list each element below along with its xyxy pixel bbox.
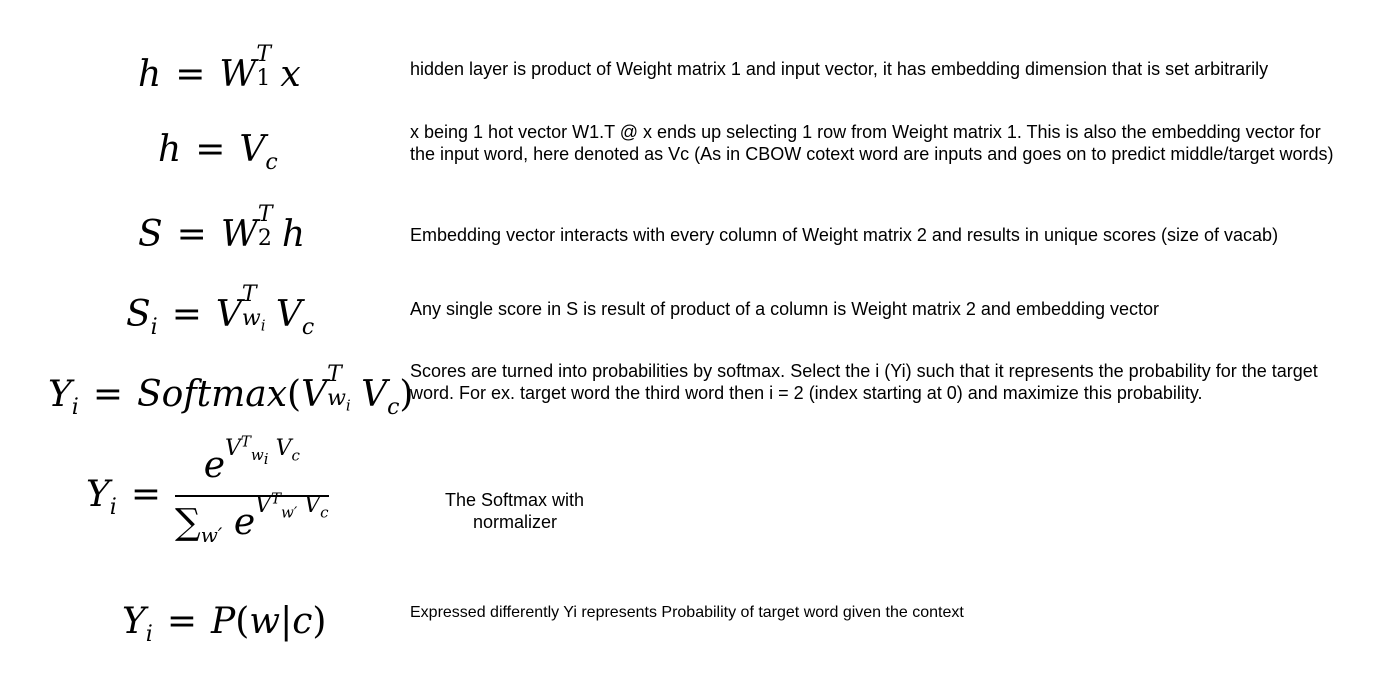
note-embedding-line-1: x being 1 hot vector W1.T @ x ends up se… — [410, 122, 1321, 142]
equation-softmax-fraction: Yi = eVTwi Vc ∑w′ eVTw′ Vc — [86, 432, 329, 548]
equation-probability: Yi = P(w|c) — [122, 601, 327, 648]
equation-embedding: h = Vc — [158, 129, 278, 176]
note-hidden-layer: hidden layer is product of Weight matrix… — [410, 59, 1269, 79]
fraction: eVTwi Vc ∑w′ eVTw′ Vc — [174, 432, 329, 548]
note-normalizer-line-2: normalizer — [473, 512, 558, 532]
note-embedding-line-2: the input word, here denoted as Vc (As i… — [410, 144, 1334, 164]
equation-scores: S = W T 2 h — [138, 202, 306, 255]
fraction-denominator: ∑w′ eVTw′ Vc — [174, 490, 329, 548]
note-scores: Embedding vector interacts with every co… — [410, 225, 1279, 245]
note-normalizer-line-1: The Softmax with — [445, 490, 585, 510]
note-probability: Expressed differently Yi represents Prob… — [410, 604, 964, 621]
equation-softmax: Yi = Softmax(V Twi Vc) — [48, 362, 414, 421]
note-softmax-line-1: Scores are turned into probabilities by … — [410, 361, 1318, 381]
equation-hidden-layer: h = W T 1 x — [138, 42, 301, 95]
note-single-score: Any single score in S is result of produ… — [410, 299, 1160, 319]
equation-single-score: Si = V Twi Vc — [126, 282, 315, 341]
fraction-numerator: eVTwi Vc — [203, 432, 300, 486]
note-softmax-line-2: word. For ex. target word the third word… — [410, 383, 1203, 403]
